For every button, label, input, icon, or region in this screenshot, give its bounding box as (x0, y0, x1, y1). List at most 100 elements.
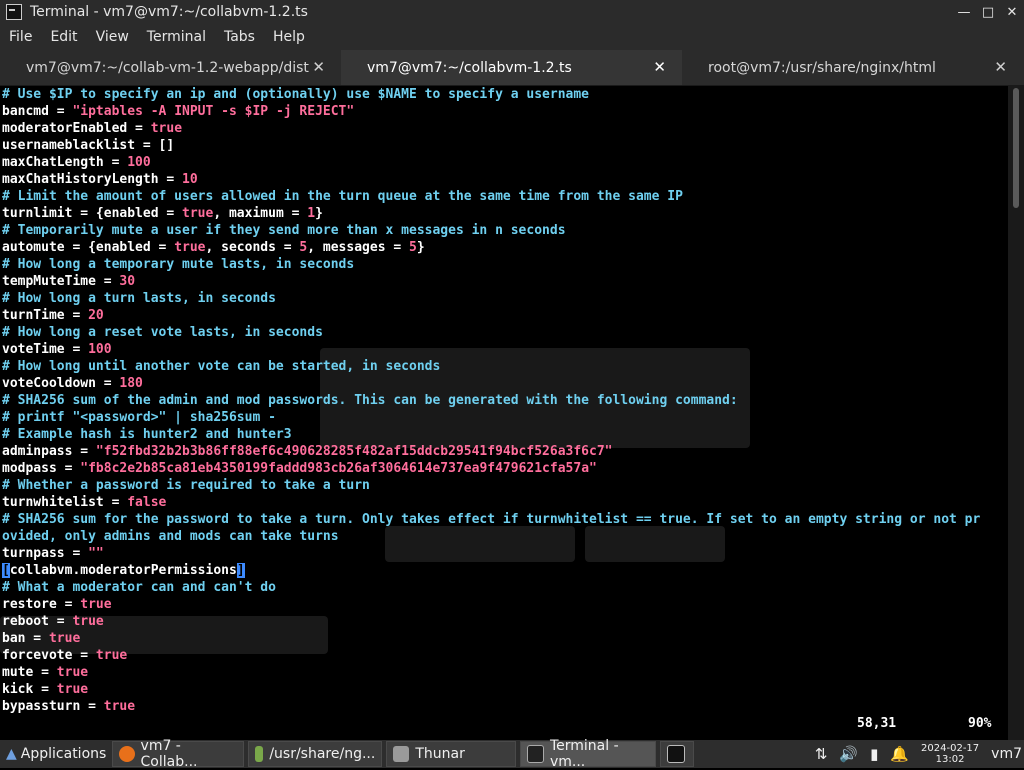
terminal-line: # How long a reset vote lasts, in second… (2, 324, 323, 341)
clock-date: 2024-02-17 (921, 743, 980, 754)
terminal-text: ban = (2, 631, 49, 646)
tab-collabvm-ts[interactable]: vm7@vm7:~/collabvm-1.2.ts ✕ (341, 50, 682, 85)
close-window-button[interactable]: ✕ (1000, 5, 1024, 20)
terminal-text: false (127, 495, 167, 510)
terminal-line: turnTime = 20 (2, 307, 104, 324)
taskbar-thunar[interactable]: Thunar (386, 741, 517, 767)
taskbar-terminal[interactable]: Terminal - vm... (520, 738, 657, 770)
terminal-text: # How long a turn lasts, in seconds (2, 291, 276, 306)
terminal-line: # What a moderator can and can't do (2, 579, 276, 596)
terminal-text: 100 (127, 155, 151, 170)
terminal-text: true (80, 597, 112, 612)
terminal-text: "f52fbd32b2b3b86ff88ef6c490628285f482af1… (95, 444, 613, 459)
scrollbar-thumb[interactable] (1013, 88, 1019, 208)
menu-help[interactable]: Help (264, 29, 314, 45)
applications-icon: ▲ (6, 746, 17, 762)
tab-bar: vm7@vm7:~/collab-vm-1.2-webapp/dist ✕ vm… (0, 50, 1024, 86)
scroll-percent: 90% (968, 716, 992, 731)
battery-icon[interactable]: ▮ (870, 745, 878, 763)
terminal-text: reboot = (2, 614, 73, 629)
applications-label: Applications (20, 746, 107, 762)
clock[interactable]: 2024-02-17 13:02 (921, 743, 979, 765)
terminal-text: } (315, 206, 323, 221)
menu-bar: File Edit View Terminal Tabs Help (0, 24, 1024, 50)
terminal-line: modpass = "fb8c2e2b85ca81eb4350199faddd9… (2, 460, 597, 477)
terminal-text: , seconds = (205, 240, 300, 255)
terminal-icon (527, 745, 544, 763)
terminal-text: # SHA256 sum of the admin and mod passwo… (2, 393, 738, 408)
terminal-line: turnpass = "" (2, 545, 104, 562)
terminal-text: # printf "<password>" | sha256sum - (2, 410, 276, 425)
terminal-text: 30 (119, 274, 136, 289)
terminal-text: # How long a reset vote lasts, in second… (2, 325, 323, 340)
terminal-line: bancmd = "iptables -A INPUT -s $IP -j RE… (2, 103, 354, 120)
terminal-line: # How long a temporary mute lasts, in se… (2, 256, 354, 273)
tab-nginx-html[interactable]: root@vm7:/usr/share/nginx/html ✕ (682, 50, 1023, 85)
terminal-text: # Whether a password is required to take… (2, 478, 370, 493)
background-window-ghost (585, 526, 725, 562)
notification-bell-icon[interactable]: 🔔 (890, 745, 909, 763)
terminal-line: usernameblacklist = [] (2, 137, 174, 154)
close-tab-icon[interactable]: ✕ (994, 58, 1007, 76)
terminal-line: tempMuteTime = 30 (2, 273, 135, 290)
taskbar-label: Terminal - vm... (549, 738, 619, 770)
terminal-line: bypassturn = true (2, 698, 135, 715)
user-name[interactable]: vm7 (991, 746, 1022, 762)
terminal-line: maxChatHistoryLength = 10 (2, 171, 198, 188)
tab-webapp-dist[interactable]: vm7@vm7:~/collab-vm-1.2-webapp/dist ✕ (0, 50, 341, 85)
terminal-line: turnlimit = {enabled = true, maximum = 1… (2, 205, 323, 222)
tab-label: vm7@vm7:~/collab-vm-1.2-webapp/dist (26, 59, 309, 76)
terminal-text: forcevote = (2, 648, 96, 663)
text-cursor: ] (236, 563, 245, 578)
terminal-line: # printf "<password>" | sha256sum - (2, 409, 276, 426)
show-desktop-button[interactable] (660, 741, 695, 767)
terminal-text: 180 (119, 376, 143, 391)
cursor-position: 58,31 (857, 716, 897, 731)
terminal-text: 5 (409, 240, 417, 255)
terminal-line: reboot = true (2, 613, 104, 630)
terminal-text: true (72, 614, 104, 629)
menu-tabs[interactable]: Tabs (215, 29, 264, 45)
terminal-app-icon (6, 4, 22, 20)
terminal-text: "iptables -A INPUT -s $IP -j REJECT" (72, 104, 355, 119)
terminal-text: true (150, 121, 183, 136)
terminal-text: modpass = (2, 461, 81, 476)
terminal-text: bancmd = (2, 104, 73, 119)
text-cursor: [ (2, 563, 10, 578)
close-tab-icon[interactable]: ✕ (312, 58, 325, 76)
menu-terminal[interactable]: Terminal (138, 29, 215, 45)
terminal-text: true (48, 631, 81, 646)
terminal-scrollbar[interactable] (1008, 86, 1024, 740)
terminal-text: 1 (307, 206, 316, 221)
terminal-text: moderatorEnabled = (2, 121, 151, 136)
terminal-text: tempMuteTime = (2, 274, 120, 289)
minimize-button[interactable]: — (952, 5, 976, 20)
folder-icon (393, 746, 410, 762)
terminal-text: maxChatHistoryLength = (2, 172, 183, 187)
menu-edit[interactable]: Edit (41, 29, 86, 45)
terminal-line: ovided, only admins and mods can take tu… (2, 528, 339, 545)
taskbar-label: vm7 - Collab... (140, 738, 198, 770)
network-icon[interactable]: ⇅ (815, 745, 828, 763)
volume-icon[interactable]: 🔊 (839, 745, 858, 763)
taskbar-editor[interactable]: /usr/share/ng... (248, 741, 383, 767)
terminal-text: turnTime = (2, 308, 89, 323)
terminal-text: , maximum = (213, 206, 308, 221)
terminal-line: moderatorEnabled = true (2, 120, 182, 137)
terminal-line: # How long until another vote can be sta… (2, 358, 440, 375)
terminal-text: 10 (182, 172, 198, 187)
menu-file[interactable]: File (0, 29, 41, 45)
terminal-output[interactable]: # Use $IP to specify an ip and (optional… (0, 86, 1008, 740)
window-titlebar: Terminal - vm7@vm7:~/collabvm-1.2.ts — □… (0, 0, 1024, 24)
terminal-line: [collabvm.moderatorPermissions] (2, 562, 245, 579)
applications-menu-button[interactable]: ▲ Applications (0, 741, 112, 767)
taskbar-label: /usr/share/ng... (269, 746, 376, 762)
maximize-button[interactable]: □ (976, 5, 1000, 20)
terminal-text: # How long until another vote can be sta… (2, 359, 441, 374)
close-tab-icon[interactable]: ✕ (653, 58, 666, 76)
terminal-text: # Limit the amount of users allowed in t… (2, 189, 683, 204)
terminal-text: true (103, 699, 136, 714)
taskbar-firefox[interactable]: vm7 - Collab... (112, 738, 245, 770)
terminal-text: 100 (88, 342, 112, 357)
menu-view[interactable]: View (87, 29, 138, 45)
